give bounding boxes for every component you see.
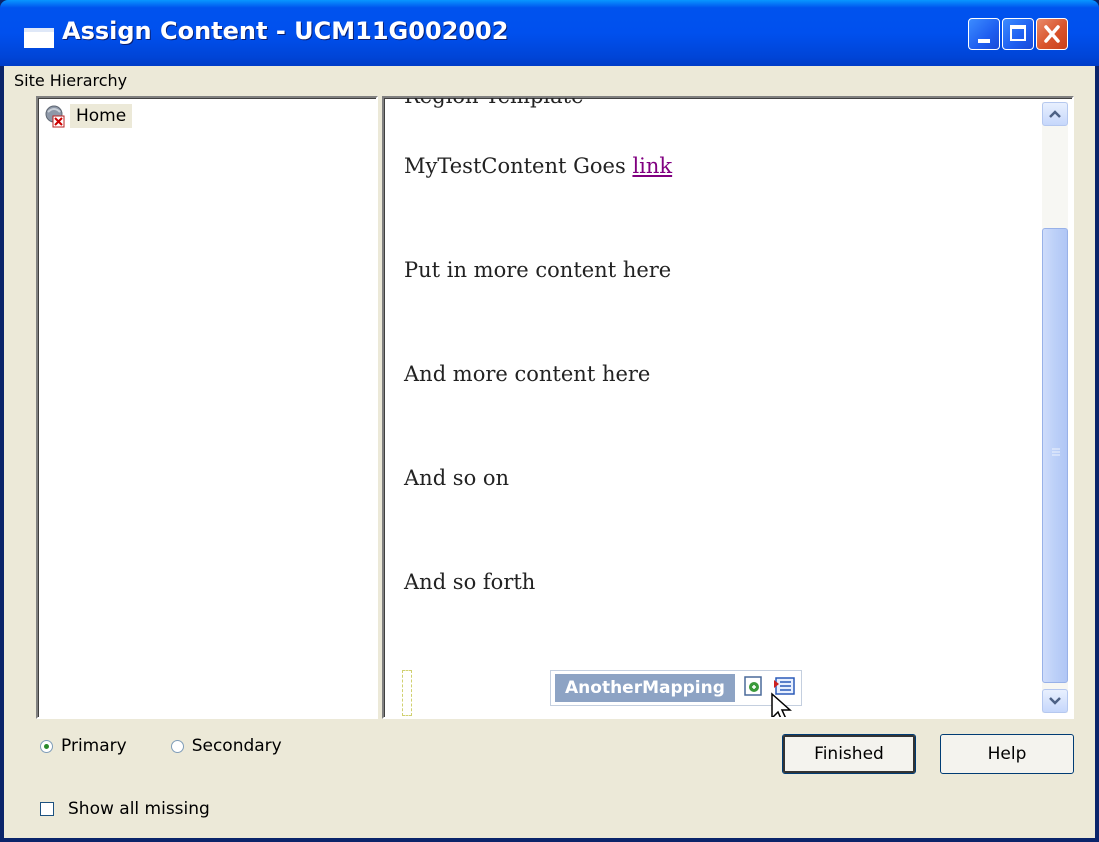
mapping-label: AnotherMapping: [555, 674, 735, 702]
region-type-options: Primary Secondary: [40, 736, 282, 756]
tree-item-label: Home: [70, 104, 133, 128]
site-home-icon: [42, 104, 66, 128]
tree-item-home[interactable]: Home: [42, 102, 133, 130]
assign-content-window: Assign Content - UCM11G002002 Site Hiera…: [0, 0, 1099, 842]
scroll-up-button[interactable]: [1042, 102, 1068, 126]
scrollbar-thumb[interactable]: [1042, 228, 1068, 683]
show-all-missing-label[interactable]: Show all missing: [68, 799, 210, 819]
site-hierarchy-label: Site Hierarchy: [14, 71, 128, 90]
mouse-pointer-icon: [771, 692, 792, 717]
window-icon: [24, 28, 54, 48]
region-mapping-toolbar: AnotherMapping: [550, 670, 802, 706]
finished-button[interactable]: Finished: [782, 734, 916, 774]
secondary-radio-label[interactable]: Secondary: [192, 736, 282, 756]
title-bar[interactable]: Assign Content - UCM11G002002: [0, 0, 1099, 66]
minimize-button[interactable]: [968, 18, 1000, 50]
assign-content-icon[interactable]: [743, 675, 767, 701]
preview-line-5: And so forth: [404, 570, 536, 594]
secondary-radio[interactable]: [170, 739, 184, 753]
scroll-down-button[interactable]: [1042, 689, 1068, 713]
show-all-missing-option: Show all missing: [40, 799, 210, 819]
window-title: Assign Content - UCM11G002002: [62, 17, 509, 45]
preview-line-2: Put in more content here: [404, 258, 672, 282]
close-button[interactable]: [1036, 18, 1068, 50]
close-icon: [1044, 25, 1060, 43]
content-link[interactable]: link: [632, 154, 672, 178]
primary-radio-label[interactable]: Primary: [61, 736, 127, 756]
maximize-button[interactable]: [1002, 18, 1034, 50]
maximize-icon: [1010, 25, 1026, 41]
preview-line-1: MyTestContent Goes link: [404, 154, 672, 178]
minimize-icon: [978, 39, 990, 43]
chevron-up-icon: [1049, 110, 1061, 118]
grip-icon: [1052, 448, 1060, 456]
content-preview-pane[interactable]: Region Template MyTestContent Goes link …: [382, 96, 1074, 719]
dialog-client-area: Site Hierarchy Home Region Template MyTe…: [4, 66, 1095, 838]
primary-radio[interactable]: [40, 739, 53, 753]
preview-line-3: And more content here: [404, 362, 651, 386]
site-hierarchy-tree[interactable]: Home: [36, 96, 378, 719]
region-template-heading: Region Template: [404, 96, 584, 108]
chevron-down-icon: [1049, 697, 1061, 705]
vertical-scrollbar[interactable]: [1042, 102, 1068, 713]
help-button[interactable]: Help: [940, 734, 1074, 774]
preview-line-1-text: MyTestContent Goes: [404, 154, 633, 178]
region-dotted-marker: [402, 670, 412, 716]
preview-line-4: And so on: [404, 466, 510, 490]
show-all-missing-checkbox[interactable]: [40, 802, 54, 816]
